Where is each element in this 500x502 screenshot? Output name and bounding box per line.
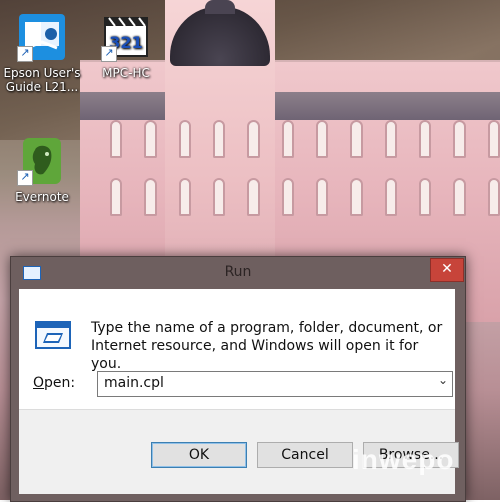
desktop-icon-evernote[interactable]: ↗ Evernote	[0, 136, 84, 204]
dialog-title: Run	[224, 264, 252, 280]
mpc-hc-icon: 321 ↗	[101, 12, 151, 62]
close-button[interactable]: ✕	[430, 258, 464, 282]
epson-guide-icon: ↗	[17, 12, 67, 62]
icon-label-line2: Guide L21...	[5, 80, 79, 94]
ok-button[interactable]: OK	[151, 442, 247, 468]
wallpaper-roof	[80, 92, 500, 120]
icon-label-line1: Epson User's	[3, 66, 81, 80]
shortcut-arrow-icon: ↗	[17, 170, 33, 186]
run-app-icon	[35, 321, 71, 349]
cancel-button[interactable]: Cancel	[257, 442, 353, 468]
open-field-value[interactable]: main.cpl	[104, 375, 164, 391]
open-label: Open:	[33, 375, 75, 391]
open-label-mnemonic: O	[33, 375, 45, 391]
dialog-prompt: Type the name of a program, folder, docu…	[91, 320, 443, 372]
evernote-icon: ↗	[17, 136, 67, 186]
icon-label-line1: MPC-HC	[102, 66, 150, 80]
dialog-titlebar[interactable]: Run ✕	[11, 257, 465, 289]
wallpaper-windows	[110, 120, 500, 158]
chevron-down-icon[interactable]: ⌄	[438, 373, 448, 387]
desktop-icon-epson-guide[interactable]: ↗ Epson User's Guide L21...	[0, 12, 84, 94]
wallpaper-spire	[205, 0, 235, 14]
icon-label-line1: Evernote	[15, 190, 69, 204]
open-label-rest: pen:	[44, 375, 76, 391]
watermark-logo: inwepo	[352, 444, 455, 475]
open-combobox[interactable]: main.cpl ⌄	[97, 371, 453, 397]
shortcut-arrow-icon: ↗	[101, 46, 117, 62]
shortcut-arrow-icon: ↗	[17, 46, 33, 62]
wallpaper-windows	[110, 178, 500, 216]
desktop-icon-mpc-hc[interactable]: 321 ↗ MPC-HC	[84, 12, 168, 80]
